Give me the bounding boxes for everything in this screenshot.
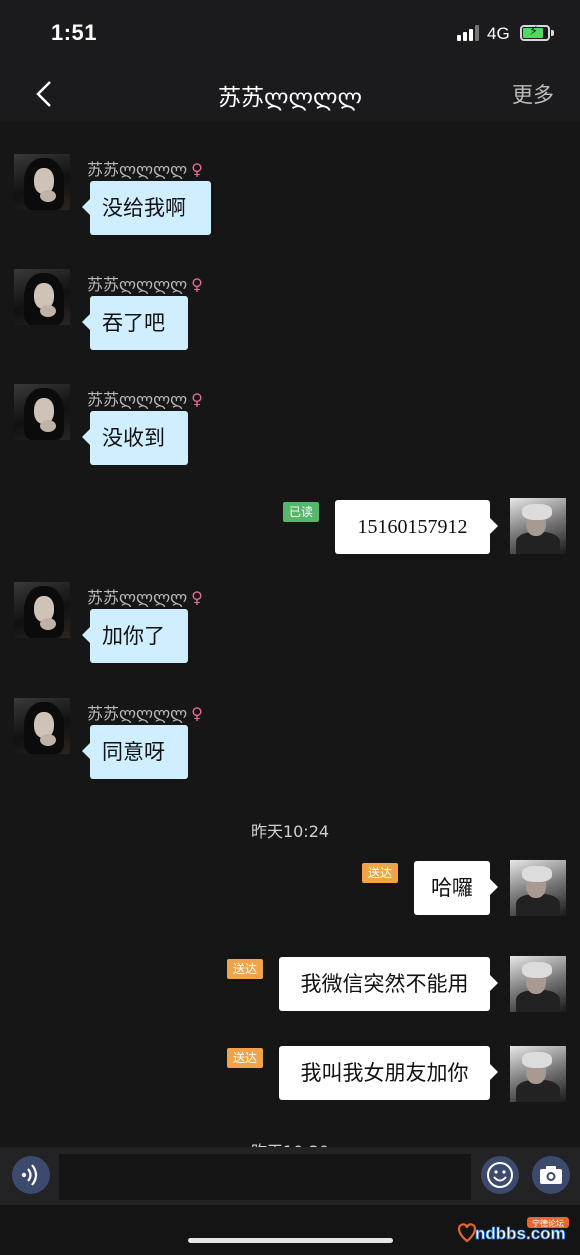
read-status-tag: 已读	[283, 502, 320, 522]
battery-icon: ⚡	[520, 24, 550, 41]
delivered-status-tag: 送达	[227, 1048, 264, 1068]
bottom-area: ndbbs.com 宁德论坛	[0, 1205, 580, 1255]
svg-text:宁德论坛: 宁德论坛	[532, 1218, 564, 1228]
my-avatar[interactable]	[510, 1046, 566, 1102]
smiley-icon	[487, 1162, 513, 1188]
delivered-status-tag: 送达	[227, 959, 264, 979]
sender-name: 苏苏ლლლლ ♀	[87, 704, 203, 723]
site-watermark-logo: ndbbs.com 宁德论坛	[457, 1217, 569, 1243]
voice-input-button[interactable]	[12, 1156, 50, 1194]
message-bubble[interactable]: 没收到	[82, 411, 188, 465]
message-bubble[interactable]: 加你了	[82, 609, 188, 663]
message-bubble[interactable]: 15160157912	[335, 500, 498, 554]
message-input[interactable]	[59, 1154, 471, 1200]
female-icon: ♀	[191, 588, 203, 607]
female-icon: ♀	[191, 390, 203, 409]
message-bubble[interactable]: 没给我啊	[82, 181, 211, 235]
sender-name: 苏苏ლლლლ ♀	[87, 160, 203, 179]
message-bubble[interactable]: 吞了吧	[82, 296, 188, 350]
sender-name: 苏苏ლლლლ ♀	[87, 588, 203, 607]
my-avatar[interactable]	[510, 860, 566, 916]
emoji-button[interactable]	[481, 1156, 519, 1194]
my-avatar[interactable]	[510, 956, 566, 1012]
nav-bar: 苏苏ლლლლ 更多	[0, 66, 580, 122]
sender-name: 苏苏ლლლლ ♀	[87, 390, 203, 409]
timestamp: 昨天10:24	[250, 822, 330, 841]
home-indicator[interactable]	[188, 1238, 393, 1243]
network-type: 4G	[487, 24, 510, 43]
contact-avatar[interactable]	[14, 384, 70, 440]
female-icon: ♀	[191, 704, 203, 723]
voice-wave-icon	[21, 1164, 38, 1186]
more-button[interactable]: 更多	[512, 79, 554, 109]
contact-avatar[interactable]	[14, 154, 70, 210]
status-time: 1:51	[51, 20, 98, 45]
message-bubble[interactable]: 我叫我女朋友加你	[279, 1046, 498, 1100]
female-icon: ♀	[191, 275, 203, 294]
message-bubble[interactable]: 我微信突然不能用	[279, 957, 498, 1011]
camera-button[interactable]	[532, 1156, 570, 1194]
sender-name: 苏苏ლლლლ ♀	[87, 275, 203, 294]
message-bubble[interactable]: 哈囉	[414, 861, 498, 915]
contact-avatar[interactable]	[14, 582, 70, 638]
signal-icon	[457, 25, 479, 41]
message-bubble[interactable]: 同意呀	[82, 725, 188, 779]
camera-icon	[540, 1166, 562, 1184]
contact-avatar[interactable]	[14, 698, 70, 754]
timestamp: 昨天10:30	[0, 1138, 580, 1147]
contact-avatar[interactable]	[14, 269, 70, 325]
chat-title: 苏苏ლლლლ	[218, 85, 362, 111]
delivered-status-tag: 送达	[362, 863, 399, 883]
input-bar	[0, 1147, 580, 1205]
battery-tip	[551, 30, 554, 36]
my-avatar[interactable]	[510, 498, 566, 554]
chat-area[interactable]: 苏苏ლლლლ ♀ 没给我啊 苏苏ლლლლ ♀ 吞了吧 苏苏ლლლლ ♀ 没收到 已读 …	[0, 122, 580, 1147]
status-bar: 1:51 4G ⚡	[0, 0, 580, 66]
female-icon: ♀	[191, 160, 203, 179]
